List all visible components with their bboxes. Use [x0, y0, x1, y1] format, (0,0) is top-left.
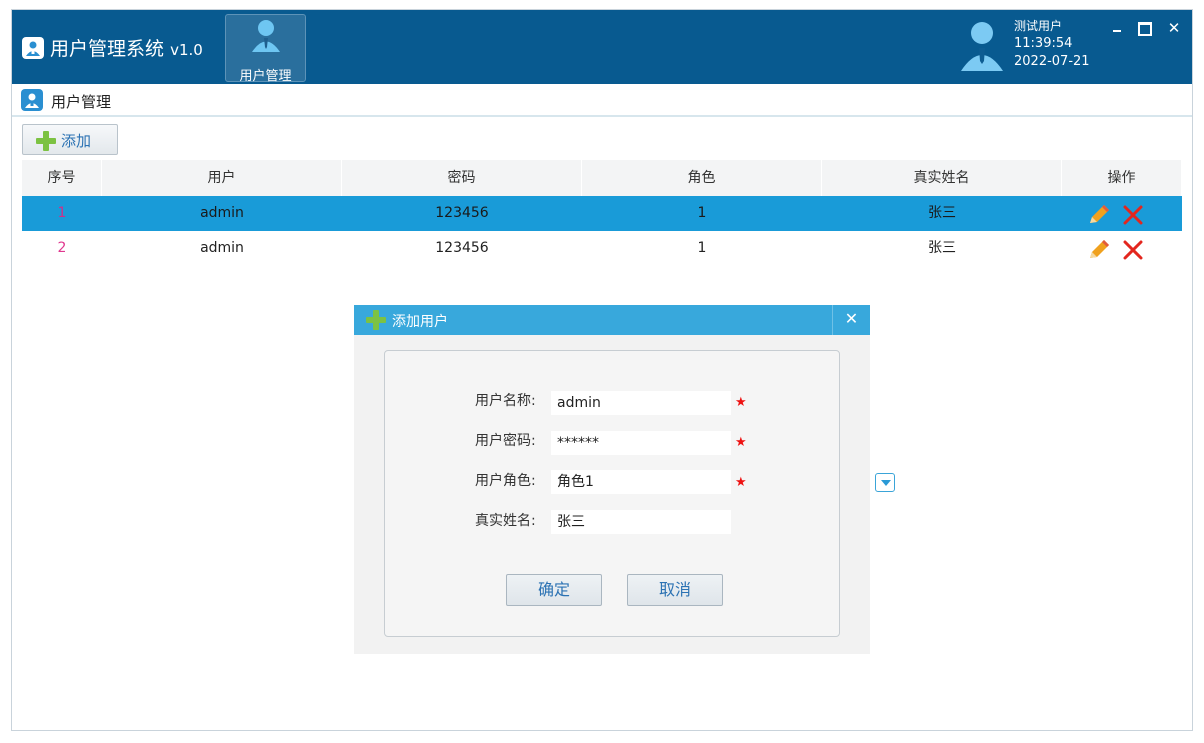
- nav-tab-user-management[interactable]: 用户管理: [225, 14, 306, 84]
- breadcrumb-label: 用户管理: [51, 93, 112, 111]
- minimize-icon[interactable]: [1107, 18, 1127, 38]
- password-field[interactable]: ******: [551, 431, 731, 455]
- header-index: 序号: [22, 160, 102, 196]
- header-actions: 操作: [1062, 160, 1182, 196]
- user-manage-icon: [21, 89, 43, 111]
- role-select-value: 角色1: [557, 474, 594, 490]
- row-password: 123456: [435, 205, 489, 221]
- dialog-title: 添加用户: [392, 314, 448, 330]
- current-user-name: 测试用户: [1014, 19, 1063, 33]
- header-password: 密码: [342, 160, 582, 196]
- delete-x-icon[interactable]: [1122, 239, 1144, 261]
- current-date: 2022-07-21: [1014, 54, 1090, 69]
- nav-tab-label: 用户管理: [239, 69, 292, 84]
- title-bar: 用户管理系统 v1.0 用户管理 测试用户 11:39:54 2022-07-2…: [12, 10, 1192, 84]
- close-icon[interactable]: ✕: [1164, 18, 1184, 38]
- row-user: admin: [200, 240, 244, 256]
- realname-field[interactable]: 张三: [551, 510, 731, 534]
- row-index: 2: [57, 240, 67, 256]
- row-real-name: 张三: [928, 240, 956, 256]
- app-version: v1.0: [170, 41, 203, 59]
- plus-icon: [366, 310, 386, 330]
- table-row[interactable]: 1 admin 123456 1 张三: [22, 196, 1182, 231]
- plus-icon: [36, 131, 56, 151]
- confirm-button[interactable]: 确定: [506, 574, 602, 606]
- role-select[interactable]: 角色1: [551, 470, 895, 494]
- add-button-label: 添加: [61, 132, 92, 150]
- maximize-icon[interactable]: [1133, 18, 1153, 38]
- row-password: 123456: [435, 240, 489, 256]
- edit-pencil-icon[interactable]: [1087, 239, 1111, 261]
- role-label: 用户角色:: [475, 473, 536, 489]
- password-label: 用户密码:: [475, 433, 536, 449]
- delete-x-icon[interactable]: [1122, 204, 1144, 226]
- required-star-icon: ★: [735, 395, 747, 410]
- edit-pencil-icon[interactable]: [1087, 204, 1111, 226]
- breadcrumb: 用户管理: [12, 84, 1192, 117]
- app-title: 用户管理系统 v1.0: [50, 34, 203, 61]
- table-header: 序号 用户 密码 角色 真实姓名 操作: [22, 160, 1182, 196]
- username-label: 用户名称:: [475, 393, 536, 409]
- required-star-icon: ★: [735, 475, 747, 490]
- user-table: 序号 用户 密码 角色 真实姓名 操作 1 admin 123456 1 张三 …: [22, 160, 1182, 266]
- row-role: 1: [697, 205, 707, 221]
- current-time: 11:39:54: [1014, 36, 1073, 51]
- dialog-header: 添加用户 ✕: [354, 305, 870, 335]
- cancel-button[interactable]: 取消: [627, 574, 723, 606]
- required-star-icon: ★: [735, 435, 747, 450]
- user-logo-icon: [22, 37, 44, 59]
- table-row[interactable]: 2 admin 123456 1 张三: [22, 231, 1182, 266]
- dialog-form: 用户名称: admin ★ 用户密码: ****** ★ 用户角色: 角色1 ★…: [384, 350, 895, 637]
- username-field[interactable]: admin: [551, 391, 731, 415]
- row-index: 1: [57, 205, 67, 221]
- app-title-text: 用户管理系统: [50, 38, 165, 60]
- row-user: admin: [200, 205, 244, 221]
- realname-label: 真实姓名:: [475, 513, 536, 529]
- user-info: 测试用户 11:39:54 2022-07-21: [1014, 17, 1090, 71]
- add-user-dialog: 添加用户 ✕ 用户名称: admin ★ 用户密码: ****** ★ 用户角色…: [354, 305, 895, 654]
- dialog-close-icon[interactable]: ✕: [832, 305, 870, 335]
- header-role: 角色: [582, 160, 822, 196]
- row-role: 1: [697, 240, 707, 256]
- header-user: 用户: [102, 160, 342, 196]
- app-window: 用户管理系统 v1.0 用户管理 测试用户 11:39:54 2022-07-2…: [11, 9, 1193, 731]
- user-manage-icon: [251, 19, 281, 57]
- add-user-button[interactable]: 添加: [22, 124, 118, 155]
- user-avatar-icon: [961, 21, 1003, 75]
- row-real-name: 张三: [928, 205, 956, 221]
- header-real-name: 真实姓名: [822, 160, 1062, 196]
- dropdown-arrow-icon[interactable]: [875, 473, 895, 492]
